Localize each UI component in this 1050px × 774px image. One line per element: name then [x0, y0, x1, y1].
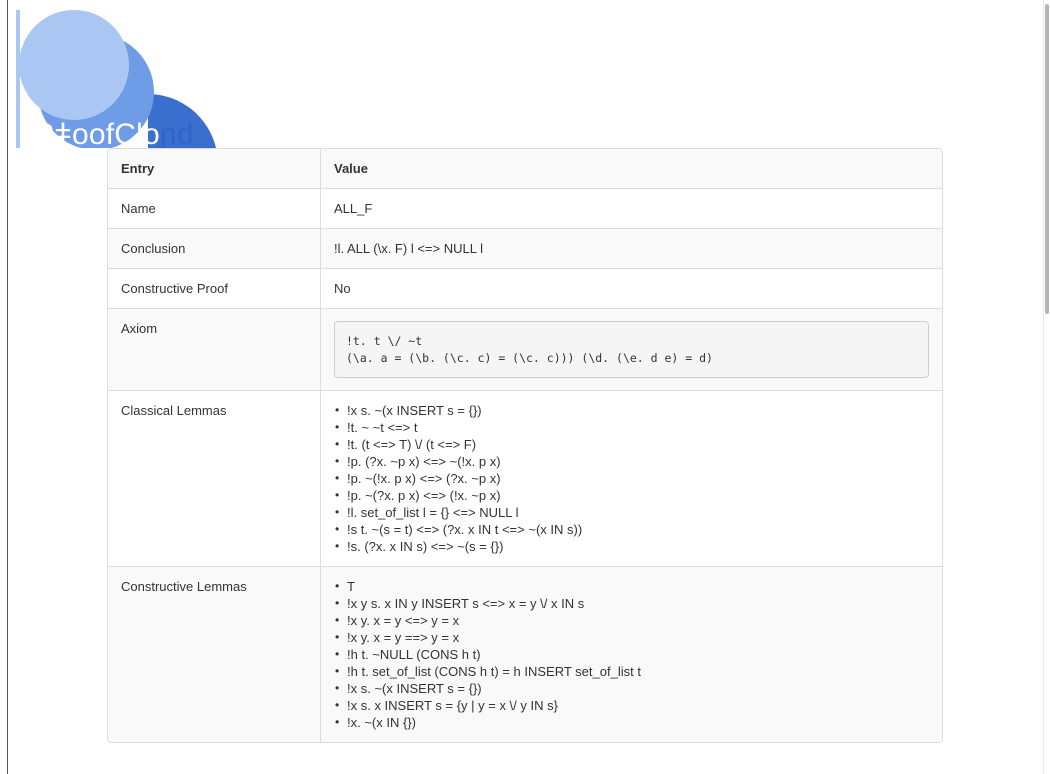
conclusion-value: !l. ALL (\x. F) l <=> NULL l [320, 228, 942, 269]
entry-label: Constructive Lemmas [108, 566, 321, 742]
classical-lemmas-value: !x s. ~(x INSERT s = {}) !t. ~ ~t <=> t … [320, 390, 942, 567]
list-item: !p. (?x. ~p x) <=> ~(!x. p x) [335, 453, 929, 470]
axiom-value: !t. t \/ ~t (\a. a = (\b. (\c. c) = (\c.… [320, 308, 942, 391]
list-item: !x y s. x IN y INSERT s <=> x = y \/ x I… [335, 595, 929, 612]
constructive-lemmas-value: T !x y s. x IN y INSERT s <=> x = y \/ x… [320, 566, 942, 742]
entry-label: Conclusion [108, 228, 321, 269]
table-row-classical-lemmas: Classical Lemmas !x s. ~(x INSERT s = {}… [108, 390, 942, 567]
name-value: ALL_F [320, 188, 942, 229]
vertical-scrollbar[interactable] [1043, 0, 1050, 774]
entry-label: Classical Lemmas [108, 390, 321, 567]
constructive-lemmas-list: T !x y s. x IN y INSERT s <=> x = y \/ x… [334, 578, 929, 731]
list-item: !x y. x = y <=> y = x [335, 612, 929, 629]
list-item: !s t. ~(s = t) <=> (?x. x IN t <=> ~(x I… [335, 521, 929, 538]
list-item: T [335, 578, 929, 595]
table-row-constructive-proof: Constructive Proof No [108, 268, 942, 309]
list-item: !t. ~ ~t <=> t [335, 419, 929, 436]
constructive-proof-value: No [320, 268, 942, 309]
axiom-line: (\a. a = (\b. (\c. c) = (\c. c))) (\d. (… [346, 351, 713, 365]
table-row-axiom: Axiom !t. t \/ ~t (\a. a = (\b. (\c. c) … [108, 308, 942, 391]
page: PǂoofCloɲd Entry Value Name ALL_F Conclu… [0, 0, 1050, 774]
classical-lemmas-list: !x s. ~(x INSERT s = {}) !t. ~ ~t <=> t … [334, 402, 929, 555]
entry-label: Name [108, 188, 321, 229]
entry-label: Axiom [108, 308, 321, 391]
list-item: !l. set_of_list l = {} <=> NULL l [335, 504, 929, 521]
entry-label: Constructive Proof [108, 268, 321, 309]
proofcloud-logo[interactable]: PǂoofCloɲd [16, 10, 226, 151]
list-item: !x s. ~(x INSERT s = {}) [335, 402, 929, 419]
column-header-value: Value [320, 149, 942, 189]
table-row-constructive-lemmas: Constructive Lemmas T !x y s. x IN y INS… [108, 566, 942, 742]
list-item: !h t. ~NULL (CONS h t) [335, 646, 929, 663]
list-item: !t. (t <=> T) \/ (t <=> F) [335, 436, 929, 453]
list-item: !p. ~(!x. p x) <=> (?x. ~p x) [335, 470, 929, 487]
theorem-details-table: Entry Value Name ALL_F Conclusion !l. AL… [107, 148, 943, 743]
list-item: !x s. x INSERT s = {y | y = x \/ y IN s} [335, 697, 929, 714]
list-item: !x. ~(x IN {}) [335, 714, 929, 731]
list-item: !s. (?x. x IN s) <=> ~(s = {}) [335, 538, 929, 555]
list-item: !p. ~(?x. p x) <=> (!x. ~p x) [335, 487, 929, 504]
axiom-line: !t. t \/ ~t [346, 334, 423, 348]
window-left-border [7, 0, 8, 774]
list-item: !h t. set_of_list (CONS h t) = h INSERT … [335, 663, 929, 680]
logo-wordmark: PǂoofCloɲd [34, 118, 194, 151]
table-row-name: Name ALL_F [108, 188, 942, 229]
list-item: !x y. x = y ==> y = x [335, 629, 929, 646]
scrollbar-thumb[interactable] [1045, 4, 1049, 314]
list-item: !x s. ~(x INSERT s = {}) [335, 680, 929, 697]
axiom-code-block: !t. t \/ ~t (\a. a = (\b. (\c. c) = (\c.… [334, 321, 929, 378]
column-header-entry: Entry [108, 149, 321, 189]
table-row-conclusion: Conclusion !l. ALL (\x. F) l <=> NULL l [108, 228, 942, 269]
table-header-row: Entry Value [108, 149, 942, 189]
